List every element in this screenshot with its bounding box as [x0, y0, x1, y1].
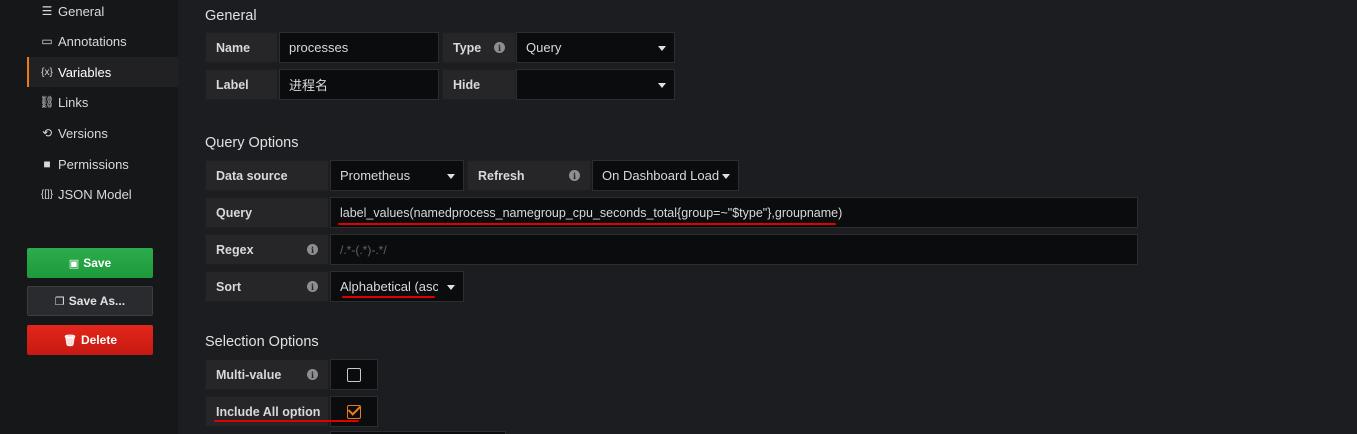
- sidebar-item-annotations[interactable]: ▭ Annotations: [27, 26, 178, 56]
- history-icon: ⟲: [41, 126, 53, 140]
- caret-down-icon: [658, 83, 666, 88]
- info-icon[interactable]: i: [307, 244, 318, 255]
- settings-sidebar: ☰ General ▭ Annotations {x} Variables ⛓ …: [0, 0, 178, 434]
- include-all-label: Include All option: [205, 396, 329, 427]
- sidebar-item-json-model[interactable]: {[]} JSON Model: [27, 179, 178, 209]
- save-as-button[interactable]: ❐ Save As...: [27, 286, 153, 316]
- info-icon[interactable]: i: [569, 170, 580, 181]
- info-icon[interactable]: i: [307, 369, 318, 380]
- checkbox-checked-icon: [347, 404, 361, 419]
- delete-button[interactable]: 🗑 Delete: [27, 325, 153, 355]
- query-label: Query: [205, 197, 329, 228]
- sidebar-item-label: Annotations: [58, 33, 127, 49]
- info-icon[interactable]: i: [494, 42, 505, 53]
- section-title-general: General: [205, 8, 257, 24]
- sidebar-item-label: JSON Model: [58, 186, 132, 202]
- caret-down-icon: [722, 174, 730, 179]
- sidebar-item-general[interactable]: ☰ General: [27, 0, 178, 26]
- caret-down-icon: [447, 174, 455, 179]
- include-all-checkbox[interactable]: [330, 396, 378, 427]
- checkbox-unchecked-icon: [347, 367, 361, 382]
- name-label: Name: [205, 32, 278, 63]
- sidebar-item-label: Versions: [58, 125, 108, 141]
- sidebar-item-permissions[interactable]: ■ Permissions: [27, 149, 178, 179]
- json-icon: {[]}: [40, 188, 54, 200]
- hide-select[interactable]: [516, 69, 675, 100]
- link-icon: ⛓: [39, 95, 55, 109]
- sidebar-item-label: Links: [58, 94, 89, 110]
- label-input[interactable]: 进程名: [279, 69, 439, 100]
- multi-value-label: Multi-value i: [205, 359, 329, 390]
- refresh-label: Refresh i: [467, 160, 591, 191]
- info-icon[interactable]: i: [307, 281, 318, 292]
- refresh-select[interactable]: On Dashboard Load: [592, 160, 739, 191]
- name-input[interactable]: processes: [279, 32, 439, 63]
- sidebar-item-label: Variables: [58, 64, 112, 80]
- sidebar-item-versions[interactable]: ⟲ Versions: [27, 118, 178, 148]
- floppy-icon: ▣: [68, 257, 80, 270]
- sidebar-item-variables[interactable]: {x} Variables: [27, 57, 178, 87]
- sidebar-item-label: General: [58, 3, 105, 19]
- multi-value-checkbox[interactable]: [330, 359, 378, 390]
- sidebar-item-label: Permissions: [58, 156, 129, 172]
- hide-label: Hide: [442, 69, 516, 100]
- regex-label: Regex i: [205, 234, 329, 265]
- sort-label: Sort i: [205, 271, 329, 302]
- annotation-underline-sort: [342, 296, 435, 298]
- trash-icon: 🗑: [63, 334, 77, 347]
- caret-down-icon: [447, 285, 455, 290]
- type-label: Type i: [442, 32, 516, 63]
- caret-down-icon: [658, 46, 666, 51]
- annotation-underline-query: [338, 223, 836, 225]
- save-button[interactable]: ▣ Save: [27, 248, 153, 278]
- regex-input[interactable]: /.*-(.*)-.*/: [330, 234, 1138, 265]
- section-title-query-options: Query Options: [205, 135, 299, 151]
- section-title-selection-options: Selection Options: [205, 334, 319, 350]
- copy-icon: ❐: [54, 295, 65, 308]
- annotation-underline-include-all: [214, 420, 359, 422]
- type-select[interactable]: Query: [516, 32, 675, 63]
- sliders-icon: ☰: [41, 4, 53, 18]
- comment-icon: ▭: [41, 34, 53, 48]
- label-label: Label: [205, 69, 278, 100]
- variable-icon: {x}: [41, 66, 53, 78]
- sidebar-item-links[interactable]: ⛓ Links: [27, 87, 178, 117]
- datasource-label: Data source: [205, 160, 329, 191]
- lock-icon: ■: [43, 157, 51, 171]
- datasource-select[interactable]: Prometheus: [330, 160, 464, 191]
